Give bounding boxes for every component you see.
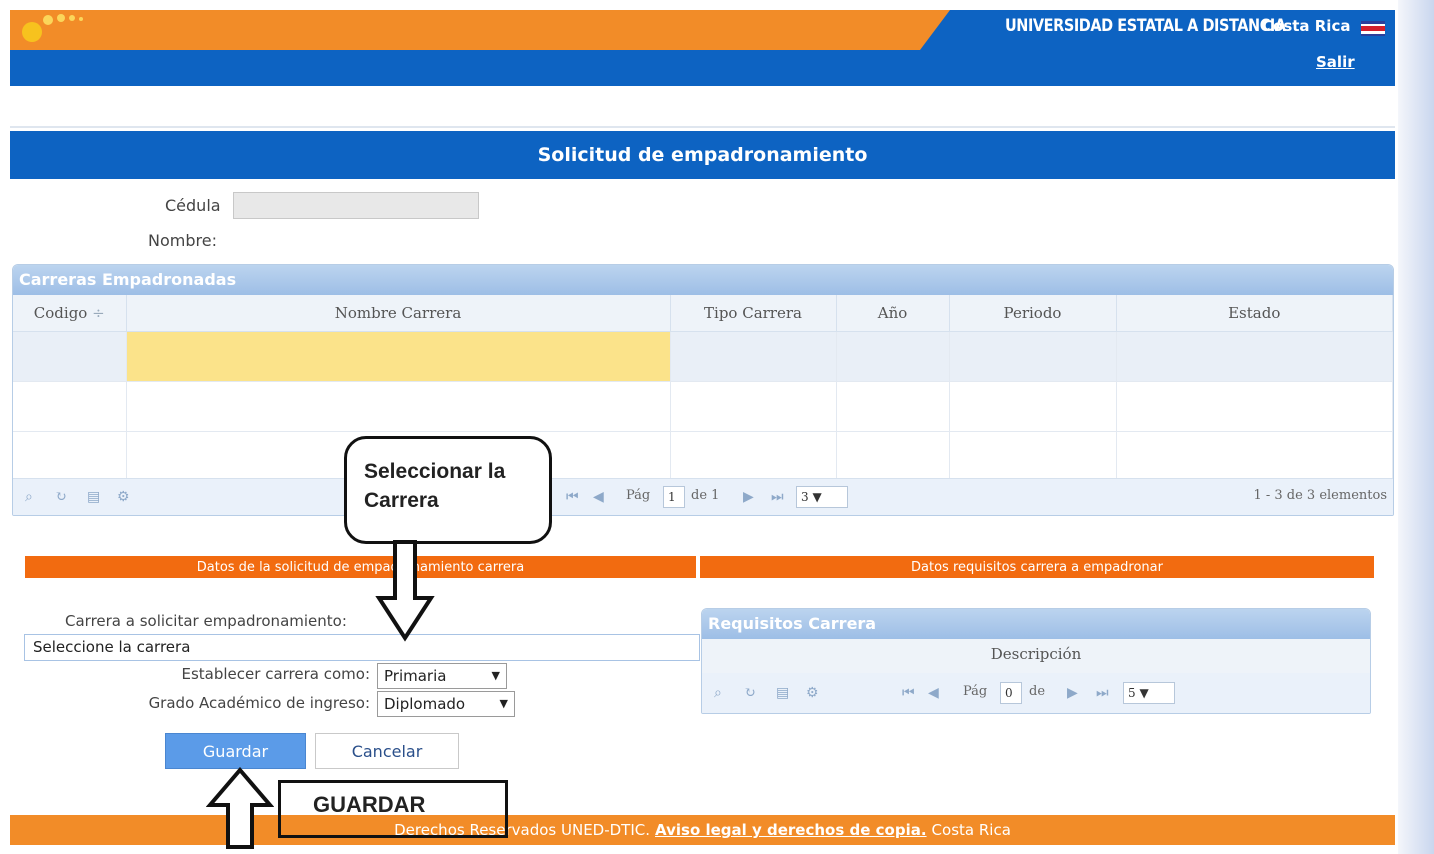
page-label: Pág [963,684,988,699]
next-page-icon[interactable]: ▶ [743,489,754,505]
save-button[interactable]: Guardar [165,733,306,769]
costa-rica-flag-icon [1361,21,1385,36]
grid-header-row: Codigo ÷ Nombre Carrera Tipo Carrera Año… [13,295,1393,332]
dropdown-arrow-icon: ▼ [491,669,500,682]
cancel-button[interactable]: Cancelar [315,733,459,769]
page-input[interactable]: 1 [663,486,685,508]
carrera-label: Carrera a solicitar empadronamiento: [65,612,347,630]
table-row[interactable] [13,381,1393,432]
selected-cell[interactable] [126,331,671,382]
last-page-icon[interactable]: ⏭ [771,489,784,505]
grado-select[interactable]: Diplomado ▼ [377,691,515,717]
title-bar: Solicitud de empadronamiento [10,131,1395,179]
requisitos-pager: ⌕ ↻ ▤ ⚙ ⏮ ◀ Pág 0 de ▶ ⏭ 5 ▼ [702,673,1370,713]
page-count: de 1 [691,488,720,503]
search-icon[interactable]: ⌕ [714,685,722,701]
next-page-icon[interactable]: ▶ [1067,685,1078,701]
header-blue-bar [10,50,1395,86]
cedula-field[interactable] [233,192,479,219]
page-label: Pág [626,488,651,503]
dropdown-arrow-icon: ▼ [499,697,508,710]
down-arrow-icon [375,540,435,642]
grado-value: Diplomado [384,695,466,713]
side-gradient [1398,0,1434,854]
refresh-icon[interactable]: ↻ [744,685,756,701]
first-page-icon[interactable]: ⏮ [902,685,915,701]
column-header-periodo[interactable]: Periodo [949,295,1117,332]
dropdown-arrow-icon: ▼ [812,490,822,504]
grid-pager: ⌕ ↻ ▤ ⚙ ⏮ ◀ Pág 1 de 1 ▶ ⏭ 3 ▼ 1 - 3 de … [13,478,1393,515]
table-row[interactable] [13,431,1393,482]
establecer-select[interactable]: Primaria ▼ [377,663,507,689]
column-header-estado[interactable]: Estado [1116,295,1393,332]
page-size-select[interactable]: 5 ▼ [1123,682,1175,704]
pager-summary: 1 - 3 de 3 elementos [1253,488,1387,503]
carrera-select[interactable]: Seleccione la carrera [24,634,700,661]
sort-icon: ÷ [92,304,105,322]
column-header-tipo-carrera[interactable]: Tipo Carrera [670,295,837,332]
requisitos-grid: Requisitos Carrera Descripción ⌕ ↻ ▤ ⚙ ⏮… [701,608,1371,714]
export-icon[interactable]: ▤ [87,489,100,505]
nombre-label: Nombre: [148,231,217,250]
divider [10,126,1395,128]
settings-icon[interactable]: ⚙ [117,489,130,505]
dropdown-arrow-icon: ▼ [1139,686,1149,700]
prev-page-icon[interactable]: ◀ [928,685,939,701]
footer-country: Costa Rica [931,821,1011,839]
section-header-solicitud: Datos de la solicitud de empadronamiento… [25,556,696,578]
logout-link[interactable]: Salir [1316,53,1355,71]
export-icon[interactable]: ▤ [776,685,789,701]
page-count: de [1029,684,1046,699]
callout-text: Seleccionar la Carrera [364,460,506,512]
uned-logo-icon [22,14,83,42]
up-arrow-icon [206,767,274,849]
refresh-icon[interactable]: ↻ [55,489,67,505]
settings-icon[interactable]: ⚙ [806,685,819,701]
first-page-icon[interactable]: ⏮ [566,489,579,505]
grid-caption: Carreras Empadronadas [13,265,1393,295]
grado-label: Grado Académico de ingreso: [148,694,370,712]
column-header-nombre-carrera[interactable]: Nombre Carrera [126,295,671,332]
country-label: Costa Rica [1262,17,1351,35]
page-input[interactable]: 0 [1000,682,1022,704]
university-name: UNIVERSIDAD ESTATAL A DISTANCIA [1005,16,1286,36]
search-icon[interactable]: ⌕ [25,489,33,505]
establecer-label: Establecer carrera como: [181,665,371,683]
column-header-codigo[interactable]: Codigo ÷ [13,295,127,332]
column-header-ano[interactable]: Año [836,295,950,332]
last-page-icon[interactable]: ⏭ [1096,685,1109,701]
establecer-value: Primaria [384,667,447,685]
column-header-descripcion[interactable]: Descripción [702,639,1370,674]
guardar-annotation-text: GUARDAR [313,792,426,817]
legal-notice-link[interactable]: Aviso legal y derechos de copia. [655,821,927,839]
requisitos-caption: Requisitos Carrera [702,609,1370,639]
carreras-grid: Carreras Empadronadas Codigo ÷ Nombre Ca… [12,264,1394,516]
page-size-select[interactable]: 3 ▼ [796,486,848,508]
table-row[interactable] [13,331,1393,382]
cedula-label: Cédula [165,196,221,215]
section-header-requisitos: Datos requisitos carrera a empadronar [700,556,1374,578]
page-title: Solicitud de empadronamiento [537,144,868,166]
prev-page-icon[interactable]: ◀ [593,489,604,505]
